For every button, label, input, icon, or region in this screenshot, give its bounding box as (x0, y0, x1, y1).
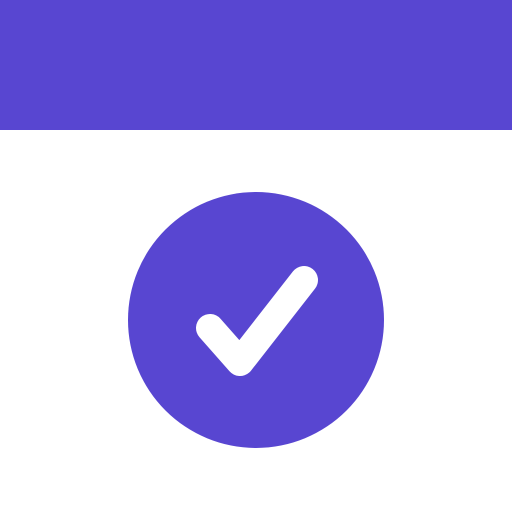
app-screen (0, 0, 512, 512)
check-circle-svg (128, 192, 384, 448)
check-circle-icon (128, 192, 384, 448)
top-banner (0, 0, 512, 130)
